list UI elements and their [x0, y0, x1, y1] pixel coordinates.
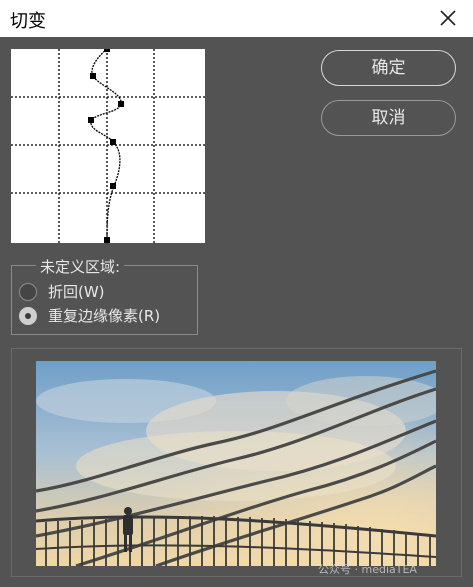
- title-bar: 切变: [0, 0, 473, 37]
- repeat-edge-pixels-option[interactable]: 重复边缘像素(R): [19, 305, 194, 327]
- shear-curve-editor[interactable]: [11, 49, 205, 243]
- curve-point: [88, 117, 94, 123]
- close-icon[interactable]: [435, 5, 461, 31]
- ok-button[interactable]: 确定: [321, 50, 456, 86]
- wrap-around-radio[interactable]: [19, 283, 37, 301]
- repeat-edge-pixels-label: 重复边缘像素(R): [48, 307, 161, 325]
- curve-point: [90, 73, 96, 79]
- shear-curve-graph[interactable]: [11, 49, 205, 243]
- curve-point: [118, 101, 124, 107]
- repeat-edge-pixels-radio[interactable]: [19, 307, 37, 325]
- curve-point: [110, 139, 116, 145]
- preview-image: [36, 361, 436, 566]
- wrap-around-option[interactable]: 折回(W): [19, 281, 119, 303]
- curve-point: [104, 49, 110, 52]
- undefined-area-label: 未定义区域:: [36, 258, 125, 276]
- dialog-title: 切变: [10, 11, 46, 32]
- watermark: 公众号 · mediaTEA: [318, 563, 417, 576]
- curve-point: [104, 237, 110, 243]
- wrap-around-label: 折回(W): [48, 283, 105, 301]
- curve-point: [110, 183, 116, 189]
- cancel-button[interactable]: 取消: [321, 100, 456, 136]
